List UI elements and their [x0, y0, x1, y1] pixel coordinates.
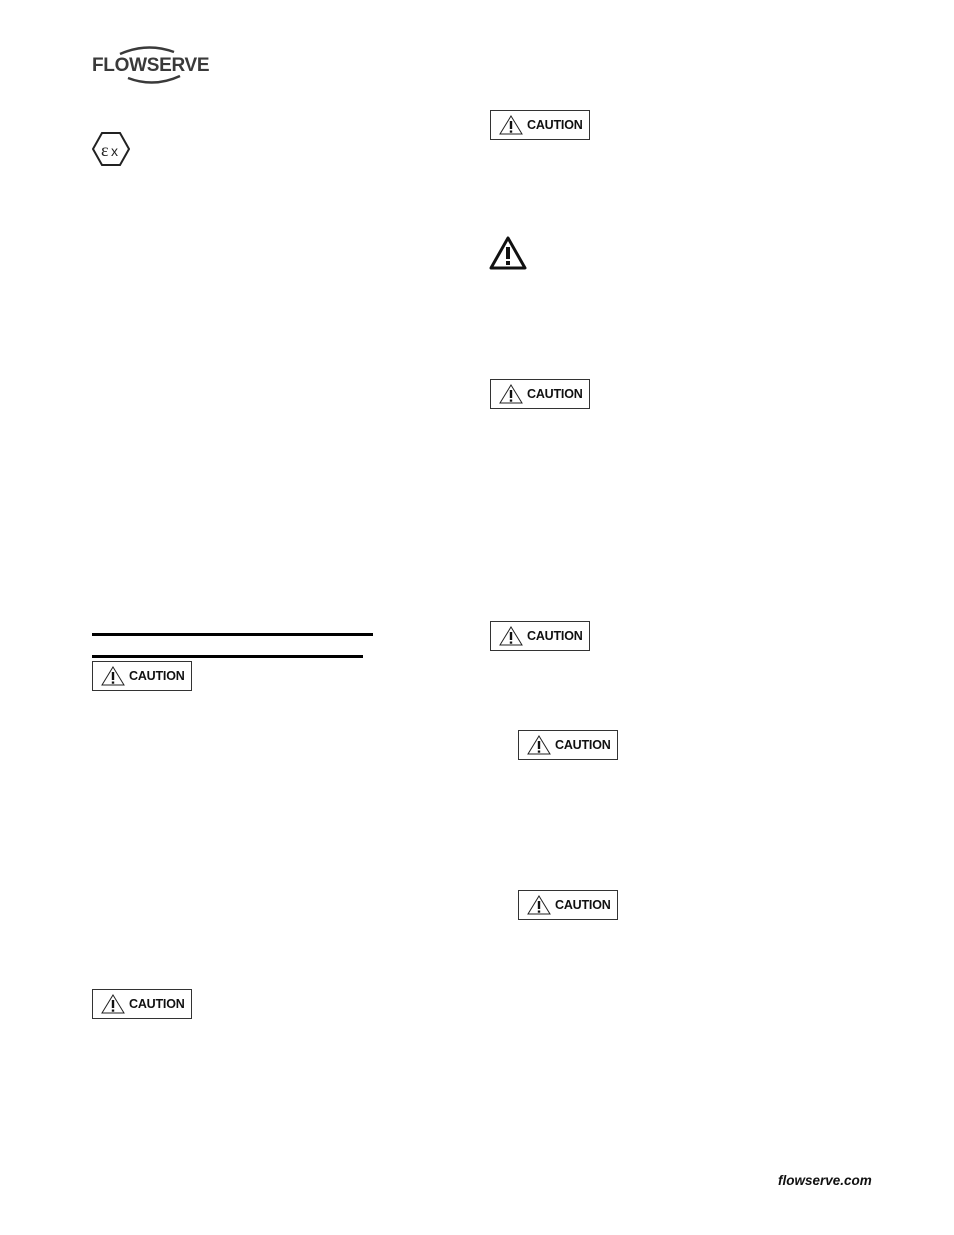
atex-ex-icon: ε x — [91, 132, 131, 166]
caution-label: CAUTION — [527, 387, 583, 401]
flowserve-logo: FLOWSERVE — [92, 40, 210, 86]
warning-triangle-icon — [101, 666, 125, 686]
svg-text:ε: ε — [101, 140, 109, 160]
warning-triangle-icon — [527, 735, 551, 755]
caution-badge: CAUTION — [518, 730, 618, 760]
footer-website: flowserve.com — [778, 1173, 872, 1188]
section-rule — [92, 633, 373, 636]
warning-triangle-icon — [499, 384, 523, 404]
warning-triangle-icon — [101, 994, 125, 1014]
caution-badge: CAUTION — [490, 621, 590, 651]
section-rule — [92, 655, 363, 658]
caution-label: CAUTION — [129, 997, 185, 1011]
warning-triangle-icon — [499, 626, 523, 646]
caution-label: CAUTION — [527, 118, 583, 132]
caution-label: CAUTION — [527, 629, 583, 643]
caution-label: CAUTION — [555, 898, 611, 912]
caution-badge: CAUTION — [92, 661, 192, 691]
logo-text: FLOWSERVE — [92, 55, 210, 76]
caution-label: CAUTION — [129, 669, 185, 683]
warning-triangle-icon — [499, 115, 523, 135]
warning-triangle-icon — [527, 895, 551, 915]
svg-text:x: x — [111, 143, 118, 159]
caution-badge: CAUTION — [518, 890, 618, 920]
warning-triangle-icon — [489, 236, 527, 270]
caution-badge: CAUTION — [490, 379, 590, 409]
caution-label: CAUTION — [555, 738, 611, 752]
caution-badge: CAUTION — [490, 110, 590, 140]
caution-badge: CAUTION — [92, 989, 192, 1019]
